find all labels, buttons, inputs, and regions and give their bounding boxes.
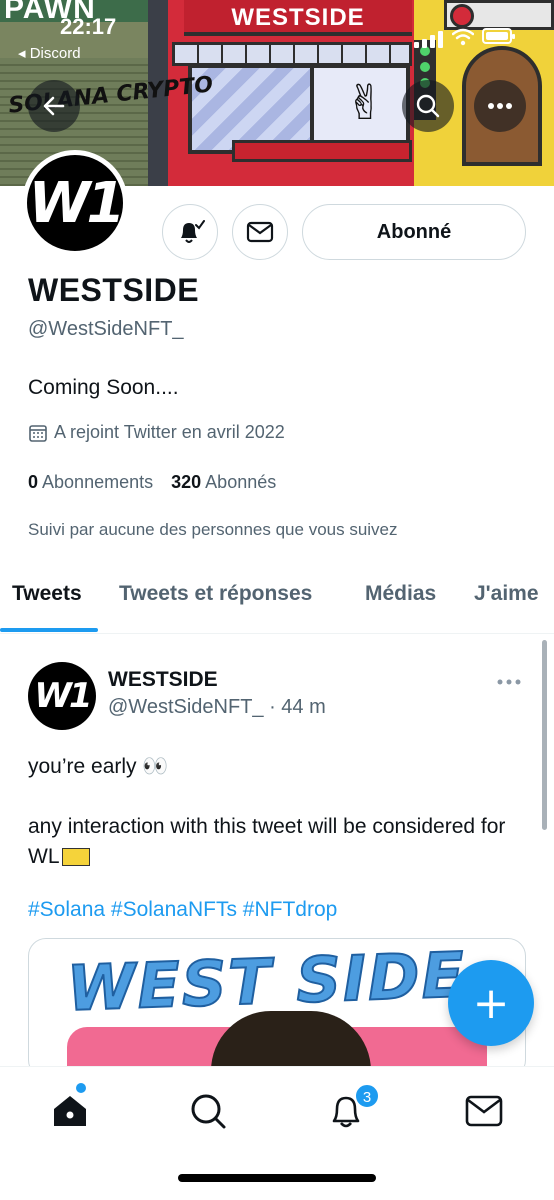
tweet-more-button[interactable] bbox=[496, 670, 524, 690]
mail-icon bbox=[246, 221, 274, 243]
banner-step bbox=[232, 140, 412, 162]
profile-tabs: Tweets Tweets et réponses Médias J'aime bbox=[0, 562, 554, 634]
tweet-hashtags[interactable]: #Solana #SolanaNFTs #NFTdrop bbox=[28, 898, 337, 922]
mail-icon bbox=[465, 1095, 503, 1127]
tab-media[interactable]: Médias bbox=[365, 582, 436, 606]
calendar-icon bbox=[29, 424, 47, 442]
message-button[interactable] bbox=[232, 204, 288, 260]
search-icon bbox=[416, 94, 440, 118]
profile-handle: @WestSideNFT_ bbox=[28, 318, 184, 340]
status-icons bbox=[414, 28, 515, 48]
ticket-emoji-icon bbox=[61, 848, 90, 867]
banner-awning bbox=[172, 42, 412, 66]
home-icon bbox=[54, 1096, 86, 1126]
followed-by-text: Suivi par aucune des personnes que vous … bbox=[28, 520, 398, 539]
tweet-text-line-1: you’re early 👀 bbox=[28, 755, 169, 778]
status-back-to-app[interactable]: ◂ Discord bbox=[18, 44, 81, 62]
banner-red-circle bbox=[450, 4, 474, 28]
tab-likes[interactable]: J'aime bbox=[474, 582, 539, 606]
home-indicator[interactable] bbox=[178, 1174, 376, 1182]
battery-icon bbox=[482, 28, 515, 44]
following-label: Abonnements bbox=[42, 472, 154, 492]
tweet-text-line-2: any interaction with this tweet will be … bbox=[28, 812, 528, 872]
following-link[interactable]: 0 Abonnements bbox=[28, 472, 153, 492]
joined-text: A rejoint Twitter en avril 2022 bbox=[54, 422, 285, 442]
w1-logo: W1 bbox=[28, 170, 126, 236]
nav-home[interactable] bbox=[48, 1089, 92, 1133]
back-button[interactable] bbox=[28, 80, 80, 132]
more-options-button[interactable] bbox=[474, 80, 526, 132]
w1-logo: W1 bbox=[34, 676, 92, 716]
tweet-author-avatar[interactable]: W1 bbox=[28, 662, 96, 730]
followers-label: Abonnés bbox=[205, 472, 277, 492]
signal-icon bbox=[414, 30, 444, 48]
nav-search[interactable] bbox=[186, 1089, 230, 1133]
follow-stats: 0 Abonnements 320 Abonnés bbox=[28, 472, 276, 493]
scrollbar[interactable] bbox=[542, 640, 547, 830]
plus-icon: + bbox=[472, 977, 510, 1029]
following-button[interactable]: Abonné bbox=[302, 204, 526, 260]
search-icon bbox=[191, 1094, 226, 1129]
media-title: WEST SIDE bbox=[65, 938, 468, 1026]
status-time: 22:17 bbox=[60, 14, 117, 39]
profile-bio: Coming Soon.... bbox=[28, 376, 179, 399]
notifications-badge: 3 bbox=[354, 1083, 380, 1109]
following-count: 0 bbox=[28, 472, 39, 492]
tweet-author-handle: @WestSideNFT_ · 44 m bbox=[108, 696, 326, 718]
more-dots-icon bbox=[488, 103, 512, 109]
bell-check-icon bbox=[181, 220, 205, 243]
followers-link[interactable]: 320 Abonnés bbox=[171, 472, 276, 492]
arrow-left-icon bbox=[43, 96, 65, 116]
profile-avatar[interactable]: W1 bbox=[22, 150, 128, 256]
notifications-toggle-button[interactable] bbox=[162, 204, 218, 260]
westside-hand-sign-icon: ✌ bbox=[344, 75, 386, 131]
tweet-author-name[interactable]: WESTSIDE bbox=[108, 668, 218, 692]
wifi-icon bbox=[452, 28, 474, 46]
search-profile-button[interactable] bbox=[402, 80, 454, 132]
tweet-text-body: any interaction with this tweet will be … bbox=[28, 815, 506, 868]
more-dots-icon bbox=[497, 679, 521, 685]
nav-messages[interactable] bbox=[462, 1089, 506, 1133]
followers-count: 320 bbox=[171, 472, 202, 492]
active-tab-indicator bbox=[0, 628, 98, 632]
home-unread-dot bbox=[76, 1083, 86, 1093]
compose-tweet-button[interactable]: + bbox=[448, 960, 534, 1046]
profile-joined: A rejoint Twitter en avril 2022 bbox=[28, 422, 285, 443]
tab-tweets[interactable]: Tweets bbox=[12, 582, 82, 606]
banner-westside-sign: WESTSIDE bbox=[184, 0, 412, 36]
profile-name: WESTSIDE bbox=[28, 272, 200, 308]
tab-tweets-and-replies[interactable]: Tweets et réponses bbox=[119, 582, 312, 606]
